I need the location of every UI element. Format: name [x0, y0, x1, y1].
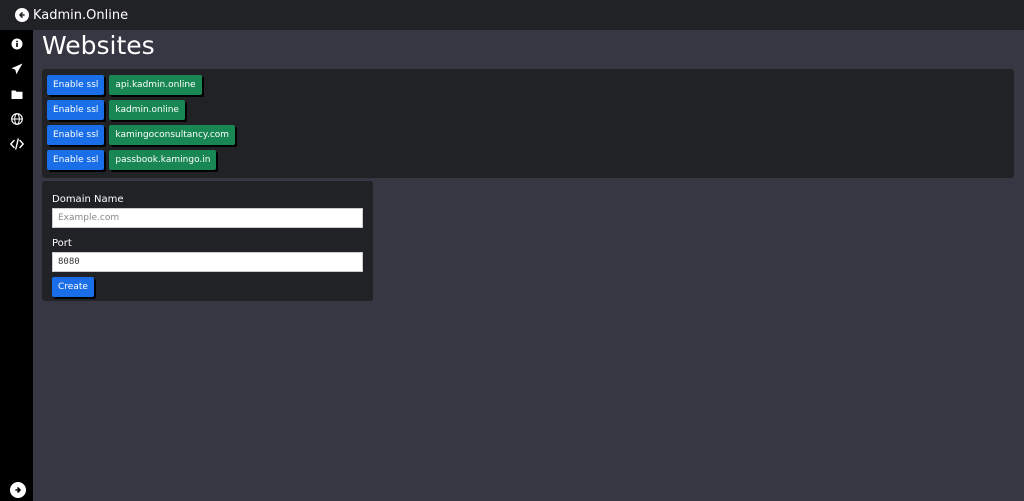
- top-bar: Kadmin.Online: [0, 0, 1024, 30]
- domain-name-label: Domain Name: [52, 194, 124, 205]
- enable-ssl-button[interactable]: Enable ssl: [47, 100, 105, 120]
- app-title: Kadmin.Online: [33, 7, 129, 23]
- back-arrow-icon[interactable]: [15, 8, 29, 22]
- list-item: Enable ssl passbook.kamingo.in: [47, 150, 1009, 171]
- paper-plane-icon[interactable]: [11, 63, 23, 75]
- enable-ssl-button[interactable]: Enable ssl: [47, 150, 105, 170]
- sidebar: [0, 30, 33, 501]
- arrow-right-circle-icon[interactable]: [10, 482, 26, 498]
- create-button[interactable]: Create: [52, 277, 94, 297]
- list-item: Enable ssl kamingoconsultancy.com: [47, 125, 1009, 146]
- domain-button[interactable]: kamingoconsultancy.com: [109, 125, 236, 145]
- enable-ssl-button[interactable]: Enable ssl: [47, 125, 105, 145]
- info-icon[interactable]: [11, 38, 23, 50]
- create-website-form: Domain Name Port Create: [42, 181, 373, 301]
- port-input[interactable]: [52, 252, 363, 272]
- page-title: Websites: [42, 31, 155, 60]
- domain-button[interactable]: kadmin.online: [109, 100, 185, 120]
- code-icon[interactable]: [10, 138, 24, 150]
- domain-button[interactable]: passbook.kamingo.in: [109, 150, 217, 170]
- list-item: Enable ssl api.kadmin.online: [47, 75, 1009, 96]
- folder-icon[interactable]: [11, 88, 23, 100]
- enable-ssl-button[interactable]: Enable ssl: [47, 75, 105, 95]
- domain-button[interactable]: api.kadmin.online: [109, 75, 202, 95]
- domain-name-input[interactable]: [52, 208, 363, 228]
- list-item: Enable ssl kadmin.online: [47, 100, 1009, 121]
- port-label: Port: [52, 238, 72, 249]
- websites-list: Enable ssl api.kadmin.online Enable ssl …: [42, 69, 1014, 178]
- globe-icon[interactable]: [11, 113, 23, 125]
